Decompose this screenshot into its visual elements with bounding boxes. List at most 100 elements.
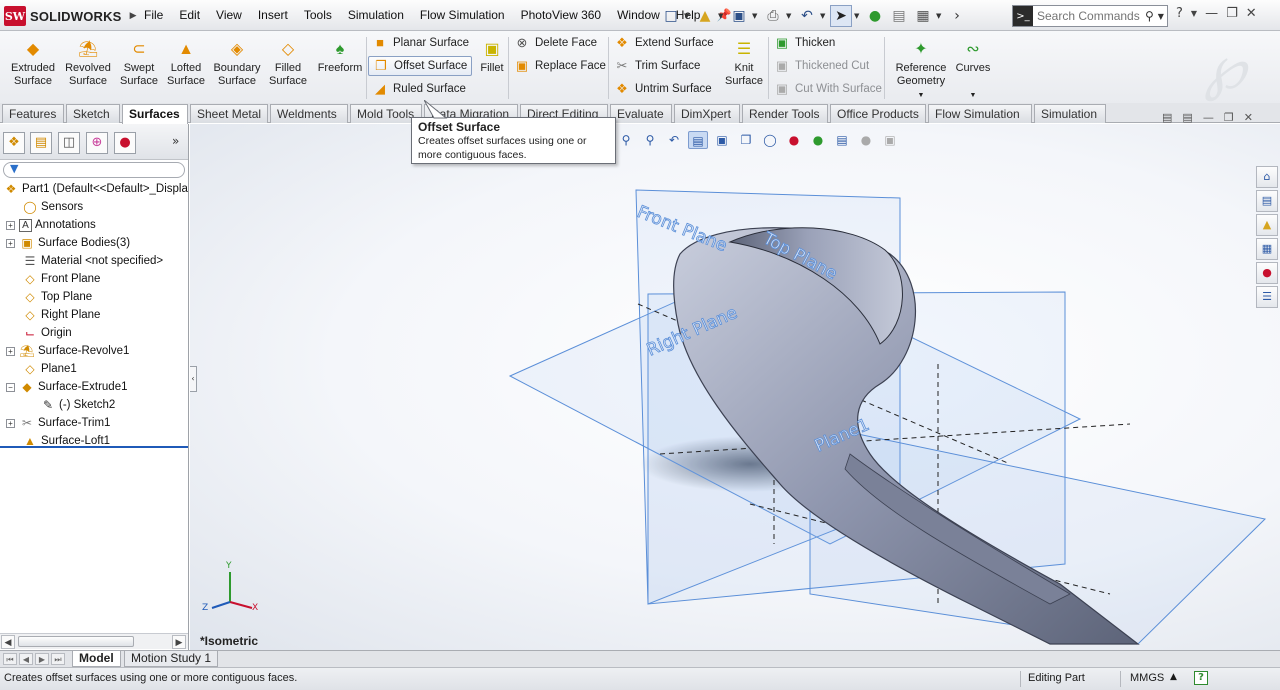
shadows-icon[interactable]: ▣ xyxy=(880,131,900,149)
restore-icon[interactable]: ❐ xyxy=(1226,6,1238,22)
previous-view-icon[interactable]: ↶ xyxy=(664,131,684,149)
menu-photoview[interactable]: PhotoView 360 xyxy=(513,6,610,26)
select-dropdown-icon[interactable]: ▼ xyxy=(854,12,862,20)
menu-view[interactable]: View xyxy=(208,6,250,26)
tree-item-surface-bodies[interactable]: + ▣ Surface Bodies(3) xyxy=(6,234,130,252)
file-explorer-icon[interactable]: ▲ xyxy=(1256,214,1278,236)
expand-icon[interactable]: + xyxy=(6,418,15,428)
planar-surface-button[interactable]: ■ Planar Surface xyxy=(368,33,473,53)
tree-item-origin[interactable]: ⌙ Origin xyxy=(22,324,72,342)
expand-icon[interactable]: + xyxy=(6,220,15,230)
view-palette-icon[interactable]: ▦ xyxy=(1256,238,1278,260)
chevron-right-icon[interactable]: » xyxy=(172,134,179,148)
feature-tree-tab-icon[interactable]: ❖ xyxy=(3,132,25,154)
options-icon[interactable]: ▦ xyxy=(912,5,934,27)
first-tab-icon[interactable]: ⏮ xyxy=(3,653,17,665)
tree-item-sketch2[interactable]: ✎ (-) Sketch2 xyxy=(40,396,115,414)
tree-item-material[interactable]: ☰ Material <not specified> xyxy=(22,252,164,270)
tree-item-top-plane[interactable]: ◇ Top Plane xyxy=(22,288,92,306)
scroll-thumb[interactable] xyxy=(18,636,134,647)
menu-simulation[interactable]: Simulation xyxy=(340,6,412,26)
thicken-button[interactable]: ▣ Thicken xyxy=(770,33,839,53)
tree-filter[interactable]: ▼ xyxy=(3,162,185,178)
model-viewport[interactable]: Front Plane Top Plane Right Plane Plane1… xyxy=(190,124,1280,650)
menu-insert[interactable]: Insert xyxy=(250,6,296,26)
delete-face-button[interactable]: ⊗ Delete Face xyxy=(510,33,601,53)
expand-icon[interactable]: + xyxy=(6,238,15,248)
thickened-cut-button[interactable]: ▣ Thickened Cut xyxy=(770,56,873,76)
tab-model[interactable]: Model xyxy=(72,651,121,667)
menu-edit[interactable]: Edit xyxy=(171,6,208,26)
help-dropdown-icon[interactable]: ▼ xyxy=(1191,6,1197,22)
appearances-icon[interactable]: ● xyxy=(1256,262,1278,284)
panel-collapse-handle[interactable]: ‹ xyxy=(190,366,197,392)
tile-left-icon[interactable]: ▤ xyxy=(1162,111,1172,124)
graphics-area[interactable]: Front Plane Top Plane Right Plane Plane1… xyxy=(190,124,1280,650)
minimize-icon[interactable]: — xyxy=(1205,6,1218,22)
doc-minimize-icon[interactable]: — xyxy=(1203,111,1214,124)
custom-properties-icon[interactable]: ☰ xyxy=(1256,286,1278,308)
reference-geometry-dropdown-icon[interactable]: ▼ xyxy=(918,92,925,99)
close-icon[interactable]: ✕ xyxy=(1246,6,1257,22)
open-folder-icon[interactable]: ▲ xyxy=(694,5,716,27)
menu-file[interactable]: File xyxy=(136,6,171,26)
tab-weldments[interactable]: Weldments xyxy=(270,104,348,123)
tab-dimxpert[interactable]: DimXpert xyxy=(674,104,740,123)
rebuild-icon[interactable]: ● xyxy=(864,5,886,27)
select-arrow-icon[interactable]: ➤ xyxy=(830,5,852,27)
curves-dropdown-icon[interactable]: ▼ xyxy=(970,92,977,99)
tree-item-right-plane[interactable]: ◇ Right Plane xyxy=(22,306,100,324)
curves-button[interactable]: ∾ Curves ▼ xyxy=(950,41,996,102)
tab-surfaces[interactable]: Surfaces xyxy=(122,104,188,124)
trim-surface-button[interactable]: ✂ Trim Surface xyxy=(610,56,704,76)
boundary-surface-button[interactable]: ◈ Boundary Surface xyxy=(209,41,265,88)
view-settings-icon[interactable]: ▤ xyxy=(832,131,852,149)
next-tab-icon[interactable]: ▶ xyxy=(35,653,49,665)
display-manager-tab-icon[interactable]: ● xyxy=(114,132,136,154)
fillet-button[interactable]: ▣ Fillet xyxy=(476,41,508,75)
hide-show-items-icon[interactable]: ◯ xyxy=(760,131,780,149)
help-menu-icon[interactable]: ? xyxy=(1176,6,1183,22)
cut-with-surface-button[interactable]: ▣ Cut With Surface xyxy=(770,79,886,99)
revolved-surface-button[interactable]: ⛱ Revolved Surface xyxy=(60,41,116,88)
freeform-button[interactable]: ♠ Freeform xyxy=(312,41,368,75)
tile-right-icon[interactable]: ▤ xyxy=(1182,111,1192,124)
replace-face-button[interactable]: ▣ Replace Face xyxy=(510,56,610,76)
knit-surface-button[interactable]: ☰ Knit Surface xyxy=(718,41,770,88)
tree-item-surface-revolve1[interactable]: + ⛱ Surface-Revolve1 xyxy=(6,342,129,360)
design-library-icon[interactable]: ▤ xyxy=(1256,190,1278,212)
tab-office-products[interactable]: Office Products xyxy=(830,104,926,123)
menu-tools[interactable]: Tools xyxy=(296,6,340,26)
tree-item-surface-trim1[interactable]: + ✂ Surface-Trim1 xyxy=(6,414,110,432)
tree-item-surface-extrude1[interactable]: − ◆ Surface-Extrude1 xyxy=(6,378,128,396)
tree-root-part[interactable]: ❖ Part1 (Default<<Default>_Displa xyxy=(3,180,188,198)
filled-surface-button[interactable]: ◇ Filled Surface xyxy=(260,41,316,88)
horizontal-scrollbar[interactable]: ◀ ▶ xyxy=(0,633,188,649)
tab-sheet-metal[interactable]: Sheet Metal xyxy=(190,104,268,123)
tab-render-tools[interactable]: Render Tools xyxy=(742,104,828,123)
doc-close-icon[interactable]: ✕ xyxy=(1244,111,1253,124)
search-input[interactable] xyxy=(1033,8,1145,24)
solidworks-logo[interactable]: SW SOLIDWORKS ▶ xyxy=(4,5,136,27)
tab-simulation[interactable]: Simulation xyxy=(1034,104,1106,123)
realview-icon[interactable]: ● xyxy=(856,131,876,149)
new-dropdown-icon[interactable]: ▼ xyxy=(684,12,692,20)
zoom-to-fit-icon[interactable]: ⚲ xyxy=(616,131,636,149)
print-dropdown-icon[interactable]: ▼ xyxy=(786,12,794,20)
prev-tab-icon[interactable]: ◀ xyxy=(19,653,33,665)
scroll-left-icon[interactable]: ◀ xyxy=(1,635,15,649)
doc-restore-icon[interactable]: ❐ xyxy=(1224,111,1234,124)
tree-item-sensors[interactable]: ◯ Sensors xyxy=(22,198,83,216)
tree-item-plane1[interactable]: ◇ Plane1 xyxy=(22,360,76,378)
open-dropdown-icon[interactable]: ▼ xyxy=(718,12,726,20)
file-properties-icon[interactable]: ▤ xyxy=(888,5,910,27)
extend-surface-button[interactable]: ❖ Extend Surface xyxy=(610,33,718,53)
quick-tips-help-icon[interactable]: ? xyxy=(1194,671,1208,685)
menu-window[interactable]: Window xyxy=(609,6,668,26)
dimxpert-tab-icon[interactable]: ⊕ xyxy=(86,132,108,154)
last-tab-icon[interactable]: ⏭ xyxy=(51,653,65,665)
scroll-right-icon[interactable]: ▶ xyxy=(172,635,186,649)
tab-motion-study-1[interactable]: Motion Study 1 xyxy=(124,651,219,667)
search-icon[interactable]: ⚲ xyxy=(1145,9,1154,23)
search-dropdown-icon[interactable]: ▼ xyxy=(1158,12,1164,21)
